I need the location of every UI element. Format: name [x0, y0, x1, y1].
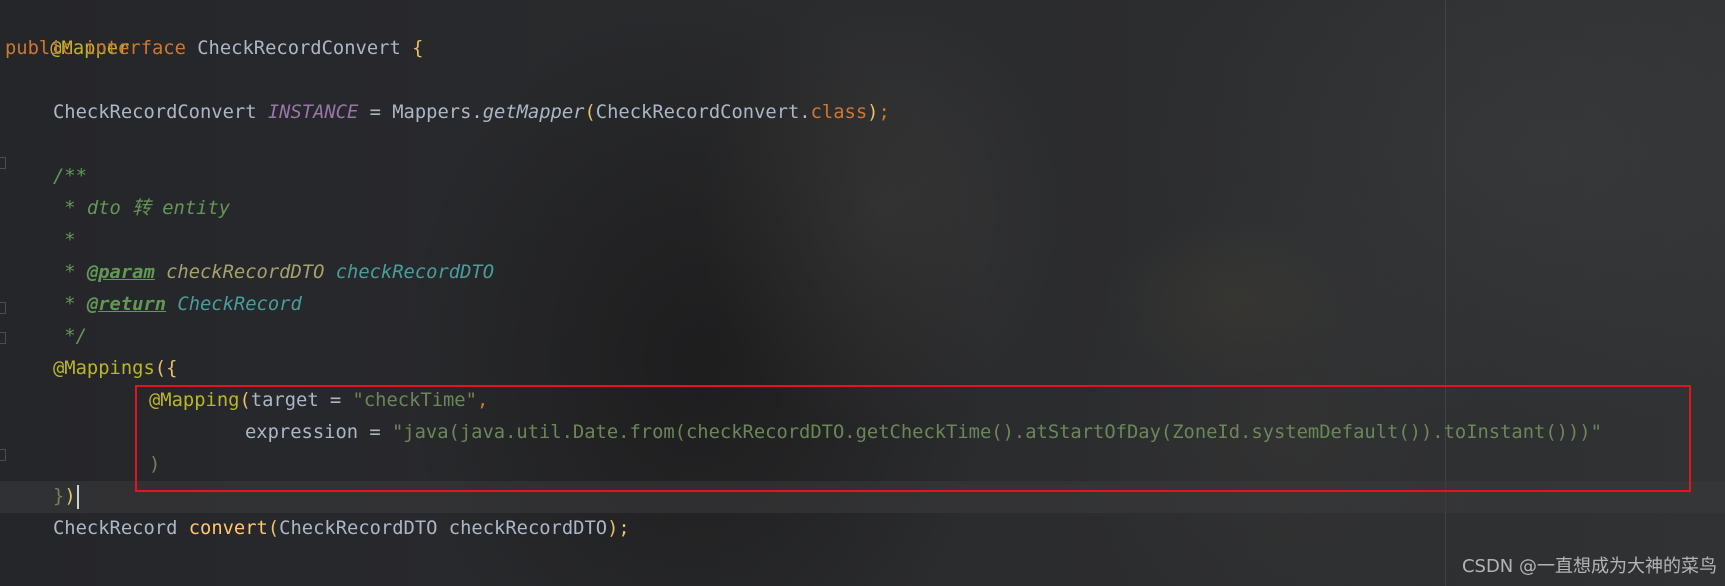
- doc-tag-param: @param: [86, 262, 155, 283]
- keyword-public: public: [5, 38, 73, 59]
- paren-close: ): [867, 102, 879, 123]
- return-type: CheckRecord: [53, 518, 178, 539]
- method-name: convert: [188, 518, 268, 539]
- watermark: CSDN @一直想成为大神的菜鸟: [1461, 556, 1717, 577]
- mappers-class: Mappers.: [392, 102, 483, 123]
- method-end: );: [607, 518, 630, 539]
- doc-param-name: checkRecordDTO: [166, 262, 325, 283]
- red-highlight-box: [135, 385, 1691, 492]
- doc-comment-star: *: [53, 294, 87, 315]
- get-mapper-call: getMapper: [482, 102, 585, 123]
- doc-comment-star: *: [53, 262, 87, 283]
- interface-name: CheckRecordConvert: [197, 38, 401, 59]
- code-line[interactable]: * dto 转 entity: [53, 193, 230, 225]
- text-cursor: [77, 485, 79, 509]
- keyword-interface: interface: [84, 38, 186, 59]
- code-line[interactable]: CheckRecord convert(CheckRecordDTO check…: [53, 513, 630, 545]
- code-line[interactable]: /**: [53, 161, 87, 193]
- mappings-open: ({: [154, 358, 178, 379]
- doc-param-desc: checkRecordDTO: [335, 262, 495, 283]
- code-line[interactable]: *: [53, 225, 76, 257]
- code-line[interactable]: * @param checkRecordDTO checkRecordDTO: [53, 257, 494, 289]
- param-name: checkRecordDTO: [448, 518, 608, 539]
- doc-comment-star: *: [53, 230, 76, 251]
- param-type: CheckRecordDTO: [279, 518, 438, 539]
- doc-comment-text: * dto 转 entity: [53, 198, 231, 219]
- code-line[interactable]: }): [53, 481, 76, 513]
- fold-marker-icon[interactable]: [0, 332, 6, 344]
- doc-comment-close: */: [53, 326, 87, 347]
- code-line[interactable]: */: [53, 321, 87, 353]
- semicolon: ;: [878, 102, 890, 123]
- field-instance: INSTANCE: [267, 102, 359, 123]
- keyword-class: class: [810, 102, 868, 123]
- field-type: CheckRecordConvert: [53, 102, 257, 123]
- code-line[interactable]: public interface CheckRecordConvert {: [5, 33, 423, 65]
- doc-return-desc: CheckRecord: [177, 294, 302, 315]
- code-line[interactable]: @Mappings({: [53, 353, 177, 385]
- code-line[interactable]: * @return CheckRecord: [53, 289, 302, 321]
- paren-open: (: [584, 102, 596, 123]
- mappings-close-paren: ): [64, 486, 76, 507]
- class-reference: CheckRecordConvert.: [595, 102, 811, 123]
- doc-comment-open: /**: [53, 166, 87, 187]
- method-paren-open: (: [267, 518, 280, 539]
- mappings-close-brace: }: [53, 486, 65, 507]
- annotation-mappings: @Mappings: [53, 358, 155, 379]
- doc-tag-return: @return: [86, 294, 167, 315]
- open-brace: {: [412, 38, 424, 59]
- assign-operator: =: [358, 102, 393, 123]
- code-line[interactable]: CheckRecordConvert INSTANCE = Mappers.ge…: [53, 97, 890, 129]
- fold-marker-icon[interactable]: [0, 157, 6, 169]
- fold-marker-icon[interactable]: [0, 302, 6, 314]
- fold-marker-icon[interactable]: [0, 449, 6, 461]
- code-line[interactable]: @Mapper: [5, 1, 129, 59]
